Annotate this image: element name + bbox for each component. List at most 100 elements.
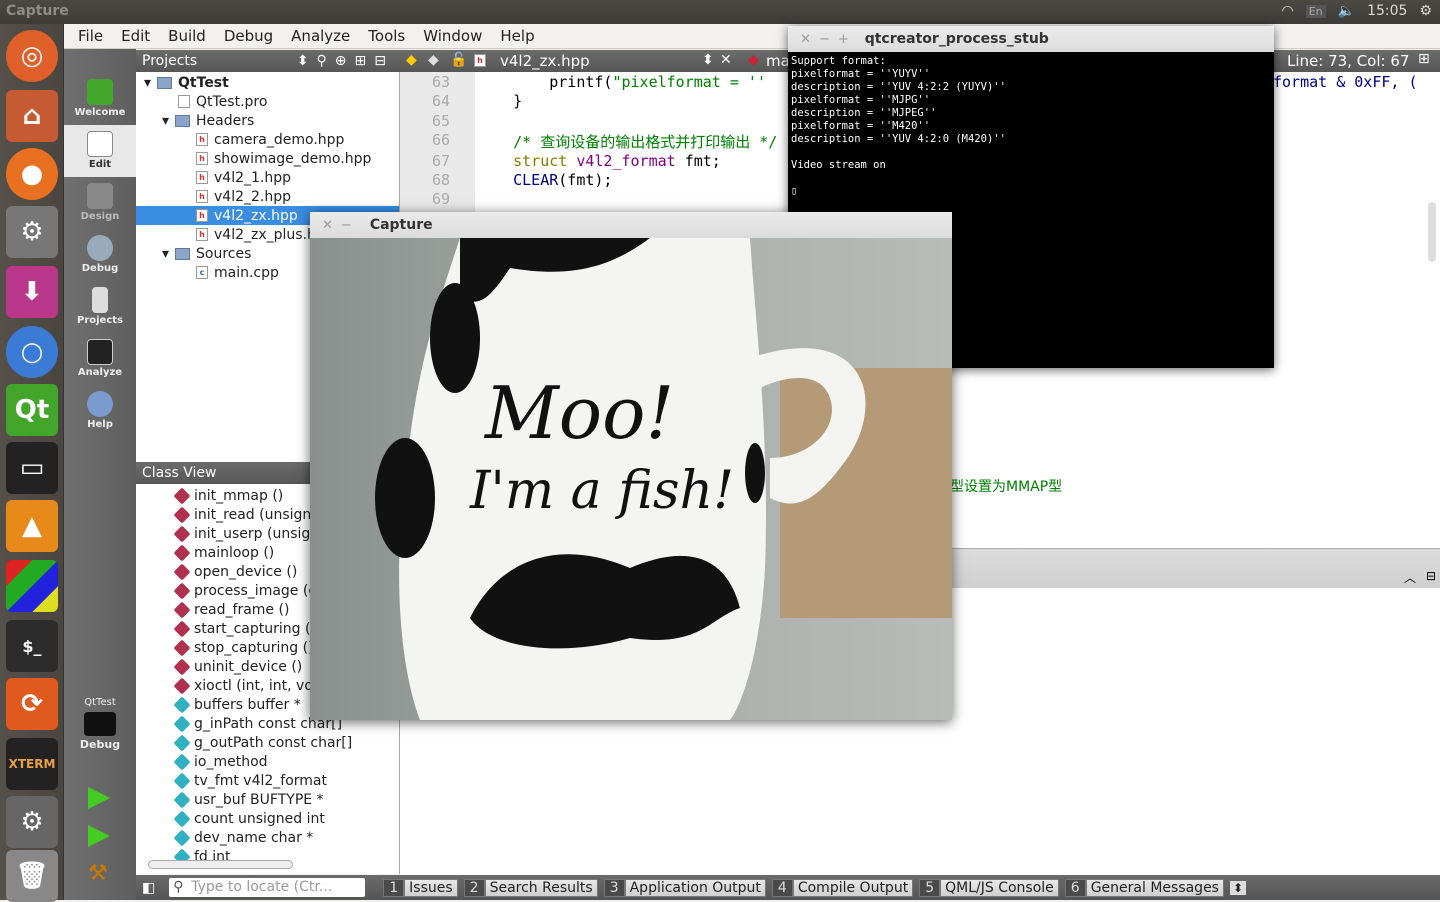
software-center-icon[interactable]: ⬇ <box>6 266 58 318</box>
locator-input[interactable]: ⚲ Type to locate (Ctr... <box>169 878 366 897</box>
header-file-icon: h <box>196 133 208 146</box>
tree-folder-headers[interactable]: ▾ Headers <box>162 111 254 130</box>
tree-project-qttest[interactable]: ▾ QtTest <box>144 73 229 92</box>
wifi-icon[interactable]: ◠ <box>1282 3 1294 19</box>
output-tab[interactable]: 1 Issues <box>383 878 458 898</box>
tree-file[interactable]: c main.cpp <box>196 263 279 282</box>
run-icon[interactable] <box>88 787 110 809</box>
debug-run-icon[interactable] <box>88 825 110 847</box>
capture-titlebar: ✕ − Capture <box>310 212 952 238</box>
output-tab[interactable]: 2 Search Results <box>463 878 598 898</box>
class-item[interactable]: uninit_device () <box>173 657 302 676</box>
lock-icon[interactable]: 🔓 <box>450 52 467 68</box>
function-icon <box>173 639 191 656</box>
mode-help[interactable]: Help <box>64 385 136 437</box>
class-item[interactable]: g_outPath const char[] <box>173 733 352 752</box>
document-dropdown-icon[interactable]: ⬍ <box>702 52 714 68</box>
more-tabs-icon[interactable]: ⬍ <box>1229 880 1247 895</box>
class-item[interactable]: mainloop () <box>173 543 274 562</box>
terminal-icon[interactable]: $_ <box>6 620 58 672</box>
class-item[interactable]: io_method <box>173 752 268 771</box>
pro-file-icon <box>178 95 190 108</box>
mode-projects[interactable]: Projects <box>64 281 136 333</box>
tree-file[interactable]: h camera_demo.hpp <box>196 130 344 149</box>
class-item[interactable]: count unsigned int <box>173 809 325 828</box>
ubuntu-dash-icon[interactable]: ◎ <box>6 30 58 82</box>
mode-debug[interactable]: Debug <box>64 229 136 281</box>
keyboard-indicator[interactable]: En <box>1305 4 1326 18</box>
output-tab[interactable]: 4 Compile Output <box>771 878 914 898</box>
chromium-icon[interactable]: ○ <box>6 326 58 378</box>
tree-folder-sources[interactable]: ▾ Sources <box>162 244 251 263</box>
line-number: 63 <box>432 73 451 91</box>
qt-creator-icon[interactable]: Qt <box>6 384 58 436</box>
clock[interactable]: 15:05 <box>1367 3 1407 19</box>
menu-build[interactable]: Build <box>168 24 216 48</box>
mode-edit[interactable]: Edit <box>64 125 136 177</box>
tree-file[interactable]: h showimage_demo.hpp <box>196 149 371 168</box>
back-arrow-icon[interactable]: ◆ <box>406 52 417 68</box>
split-icon[interactable]: ⊞ <box>1418 51 1430 67</box>
minimize-icon[interactable]: − <box>341 218 352 233</box>
output-tab[interactable]: 5 QML/JS Console <box>919 878 1059 898</box>
menu-file[interactable]: File <box>78 24 113 48</box>
update-icon[interactable]: ⟳ <box>6 678 58 730</box>
class-item[interactable]: dev_name char * <box>173 828 313 847</box>
class-item[interactable]: stop_capturing () <box>173 638 314 657</box>
build-hammer-icon[interactable]: ⚒ <box>88 861 108 886</box>
class-item[interactable]: buffers buffer * <box>173 695 301 714</box>
tree-file-pro[interactable]: QtTest.pro <box>178 92 267 111</box>
terminal-output[interactable]: Support format: pixelformat = ''YUYV'' d… <box>788 52 1274 201</box>
gear-icon[interactable]: ⚙ <box>1419 3 1432 19</box>
close-pane-icon[interactable]: ⊟ <box>1426 569 1436 583</box>
toggle-sidebar-icon[interactable]: ◧ <box>142 880 155 896</box>
trash-icon[interactable]: 🗑 <box>6 850 58 902</box>
monitor-icon[interactable]: ▭ <box>6 442 58 494</box>
variable-icon <box>173 772 191 789</box>
line-number: 64 <box>432 92 451 110</box>
minimize-icon[interactable]: − <box>819 32 830 47</box>
xterm-icon[interactable]: XTERM <box>6 738 58 790</box>
class-item[interactable]: open_device () <box>173 562 297 581</box>
close-icon[interactable]: ✕ <box>800 32 811 47</box>
output-tab[interactable]: 3 Application Output <box>603 878 766 898</box>
close-icon[interactable]: ✕ <box>322 218 333 233</box>
mode-analyze[interactable]: Analyze <box>64 333 136 385</box>
tree-file[interactable]: h v4l2_1.hpp <box>196 168 291 187</box>
maximize-icon[interactable]: + <box>838 32 849 47</box>
mode-design[interactable]: Design <box>64 177 136 229</box>
function-icon <box>173 563 191 580</box>
firefox-icon[interactable]: ● <box>6 148 58 200</box>
class-item[interactable]: usr_buf BUFTYPE * <box>173 790 324 809</box>
class-item[interactable]: start_capturing () <box>173 619 316 638</box>
menu-analyze[interactable]: Analyze <box>291 24 360 48</box>
maximize-icon[interactable]: ︿ <box>1404 569 1416 586</box>
tree-file[interactable]: h v4l2_2.hpp <box>196 187 291 206</box>
cow-spot <box>375 438 435 558</box>
home-folder-icon[interactable]: ⌂ <box>6 90 58 142</box>
menu-debug[interactable]: Debug <box>224 24 283 48</box>
cubes-icon[interactable] <box>6 560 58 612</box>
settings-icon[interactable]: ⚙ <box>6 206 58 258</box>
open-document-select[interactable]: v4l2_zx.hpp <box>500 52 590 70</box>
mode-welcome[interactable]: Welcome <box>64 73 136 125</box>
vlc-icon[interactable]: ▲ <box>6 500 58 552</box>
output-tab[interactable]: 6 General Messages <box>1064 878 1224 898</box>
menu-edit[interactable]: Edit <box>121 24 160 48</box>
volume-icon[interactable]: 🔈 <box>1338 3 1355 19</box>
forward-arrow-icon[interactable]: ◆ <box>428 52 439 68</box>
menu-window[interactable]: Window <box>423 24 492 48</box>
class-item[interactable]: init_mmap () <box>173 486 283 505</box>
close-document-icon[interactable]: ✕ <box>720 52 732 68</box>
projects-view-select[interactable]: Projects <box>142 53 197 69</box>
class-view-select[interactable]: Class View <box>142 465 217 481</box>
system-settings-icon[interactable]: ⚙ <box>6 796 58 848</box>
menu-help[interactable]: Help <box>500 24 544 48</box>
pane-toolbar-icons[interactable]: ⬍⚲⊕⊞⊟ <box>297 53 394 69</box>
kit-selector[interactable]: QtTest Debug <box>64 693 136 763</box>
editor-vertical-scrollbar[interactable] <box>1428 202 1436 262</box>
horizontal-scrollbar[interactable] <box>148 860 293 869</box>
class-item[interactable]: tv_fmt v4l2_format <box>173 771 327 790</box>
menu-tools[interactable]: Tools <box>368 24 415 48</box>
class-item[interactable]: read_frame () <box>173 600 289 619</box>
